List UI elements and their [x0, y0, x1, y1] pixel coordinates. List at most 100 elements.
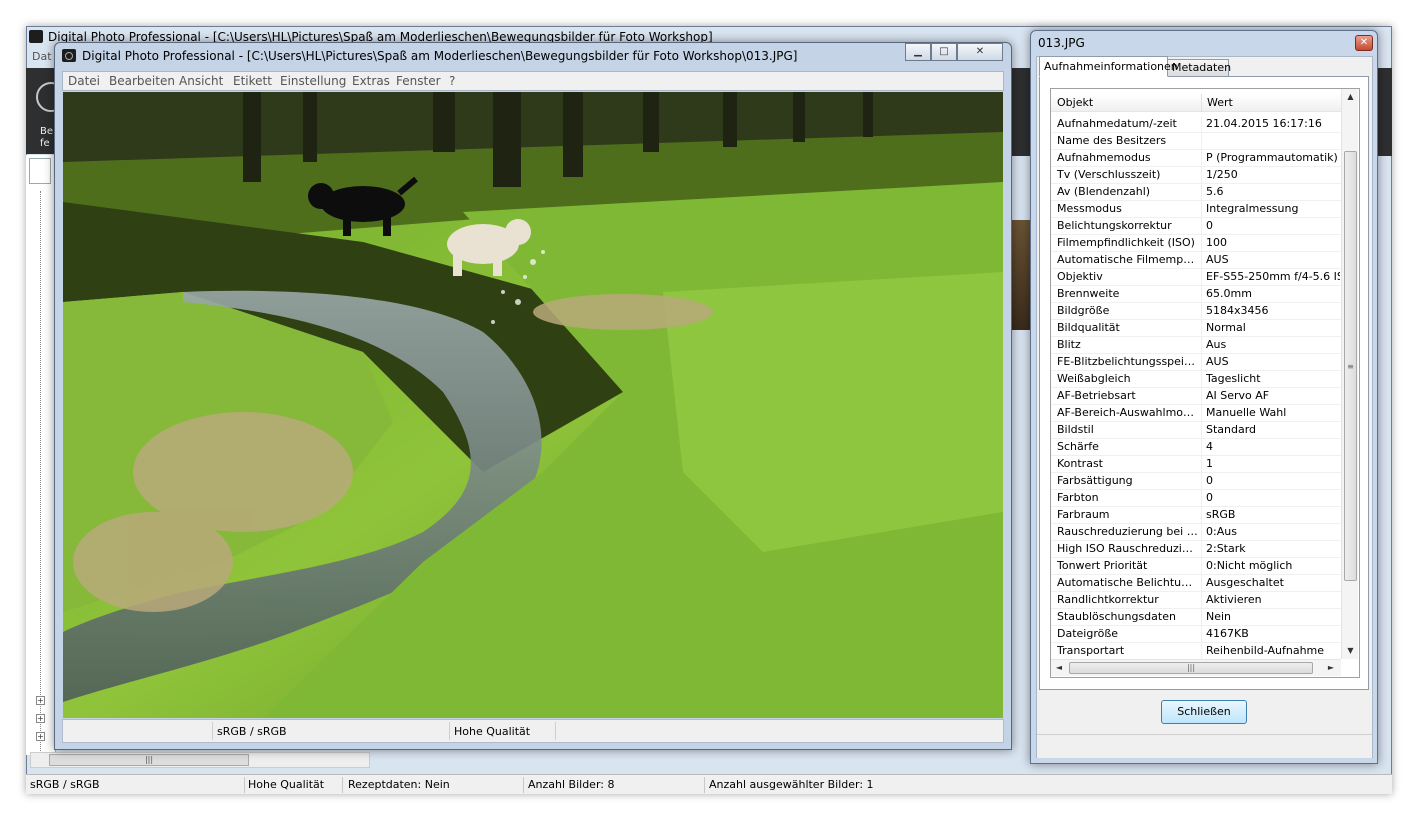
column-separator[interactable] — [1201, 94, 1202, 112]
row-value: Standard — [1206, 423, 1257, 436]
photo-view[interactable] — [63, 92, 1003, 718]
minimize-button[interactable]: ▁ — [905, 43, 931, 61]
column-separator — [1201, 609, 1202, 626]
scroll-right-icon[interactable]: ► — [1323, 660, 1339, 676]
menu-einstellung[interactable]: Einstellung — [280, 74, 346, 89]
menu-ansicht[interactable]: Ansicht — [179, 74, 223, 89]
table-row[interactable]: Bildqualität Normal — [1051, 320, 1341, 337]
table-row[interactable]: Farbraum sRGB — [1051, 507, 1341, 524]
column-header-wert[interactable]: Wert — [1207, 96, 1233, 110]
folder-panel-scrollbar[interactable]: ||| — [30, 752, 370, 768]
scrollbar-thumb[interactable]: ≡ — [1344, 151, 1357, 581]
table-row[interactable]: Automatische Filmempfindli... AUS — [1051, 252, 1341, 269]
table-row[interactable]: Tv (Verschlusszeit) 1/250 — [1051, 167, 1341, 184]
dialog-close-icon[interactable]: ✕ — [1355, 35, 1373, 51]
column-separator — [1201, 133, 1202, 150]
expand-icon[interactable]: + — [36, 696, 45, 705]
table-row[interactable]: Farbton 0 — [1051, 490, 1341, 507]
table-vertical-scrollbar[interactable]: ▲ ≡ ▼ — [1341, 89, 1358, 659]
expand-icon[interactable]: + — [36, 732, 45, 741]
column-separator — [1201, 439, 1202, 456]
row-value: Aktivieren — [1206, 593, 1262, 606]
column-header-objekt[interactable]: Objekt — [1057, 96, 1093, 110]
table-row[interactable]: Aufnahmedatum/-zeit 21.04.2015 16:17:16 — [1051, 116, 1341, 133]
menu-fenster[interactable]: Fenster — [396, 74, 441, 89]
table-row[interactable]: Randlichtkorrektur Aktivieren — [1051, 592, 1341, 609]
column-separator — [1201, 150, 1202, 167]
table-horizontal-scrollbar[interactable]: ◄ ||| ► — [1051, 659, 1341, 676]
status-image-count: Anzahl Bilder: 8 — [528, 778, 615, 791]
table-row[interactable]: Name des Besitzers — [1051, 133, 1341, 150]
row-key: Dateigröße — [1057, 627, 1119, 640]
table-row[interactable]: Tonwert Priorität 0:Nicht möglich — [1051, 558, 1341, 575]
table-row[interactable]: Aufnahmemodus P (Programmautomatik) — [1051, 150, 1341, 167]
menu-etikett[interactable]: Etikett — [233, 74, 272, 89]
table-row[interactable]: Automatische Belichtungso... Ausgeschalte… — [1051, 575, 1341, 592]
viewer-status-quality: Hohe Qualität — [454, 725, 531, 738]
table-row[interactable]: Av (Blendenzahl) 5.6 — [1051, 184, 1341, 201]
row-key: Tv (Verschlusszeit) — [1057, 168, 1161, 181]
close-window-button[interactable]: ✕ — [957, 43, 1003, 61]
row-key: Transportart — [1057, 644, 1125, 657]
camera-icon — [29, 30, 43, 43]
scrollbar-thumb[interactable]: ||| — [1069, 662, 1313, 674]
table-row[interactable]: Bildstil Standard — [1051, 422, 1341, 439]
table-row[interactable]: FE-Blitzbelichtungsspeicher... AUS — [1051, 354, 1341, 371]
maximize-button[interactable]: □ — [931, 43, 957, 61]
table-row[interactable]: Rauschreduzierung bei Lan... 0:Aus — [1051, 524, 1341, 541]
column-separator — [1201, 269, 1202, 286]
menu-bearbeiten[interactable]: Bearbeiten — [109, 74, 175, 89]
scrollbar-thumb[interactable]: ||| — [49, 754, 249, 766]
table-row[interactable]: Belichtungskorrektur 0 — [1051, 218, 1341, 235]
table-row[interactable]: AF-Betriebsart AI Servo AF — [1051, 388, 1341, 405]
row-key: Av (Blendenzahl) — [1057, 185, 1151, 198]
table-row[interactable]: Transportart Reihenbild-Aufnahme — [1051, 643, 1341, 660]
viewer-menubar: Datei Bearbeiten Ansicht Etikett Einstel… — [62, 71, 1004, 91]
column-separator — [1201, 116, 1202, 133]
column-separator — [1201, 575, 1202, 592]
folder-tree-panel: + + + — [26, 155, 56, 755]
row-value: 0 — [1206, 474, 1213, 487]
row-value: 4 — [1206, 440, 1213, 453]
table-row[interactable]: Filmempfindlichkeit (ISO) 100 — [1051, 235, 1341, 252]
table-row[interactable]: Kontrast 1 — [1051, 456, 1341, 473]
viewer-window-title: Digital Photo Professional - [C:\Users\H… — [82, 49, 798, 63]
column-separator — [1201, 252, 1202, 269]
schliessen-button[interactable]: Schließen — [1161, 700, 1247, 724]
row-value: 4167KB — [1206, 627, 1249, 640]
scroll-up-icon[interactable]: ▲ — [1342, 89, 1359, 105]
row-value: AUS — [1206, 253, 1229, 266]
photo-image — [63, 92, 1003, 718]
column-separator — [1201, 371, 1202, 388]
thumbnail-partial[interactable] — [1010, 220, 1032, 330]
table-row[interactable]: Bildgröße 5184x3456 — [1051, 303, 1341, 320]
table-row[interactable]: Schärfe 4 — [1051, 439, 1341, 456]
column-separator — [1201, 235, 1202, 252]
expand-icon[interactable]: + — [36, 714, 45, 723]
row-key: Automatische Belichtungso... — [1057, 576, 1199, 589]
scroll-down-icon[interactable]: ▼ — [1342, 643, 1359, 659]
dialog-footer — [1037, 734, 1372, 758]
table-row[interactable]: Blitz Aus — [1051, 337, 1341, 354]
table-row[interactable]: Weißabgleich Tageslicht — [1051, 371, 1341, 388]
row-key: Automatische Filmempfindli... — [1057, 253, 1199, 266]
row-value: Nein — [1206, 610, 1232, 623]
table-row[interactable]: Brennweite 65.0mm — [1051, 286, 1341, 303]
row-value: 1 — [1206, 457, 1213, 470]
table-row[interactable]: Dateigröße 4167KB — [1051, 626, 1341, 643]
table-row[interactable]: High ISO Rauschreduzierung 2:Stark — [1051, 541, 1341, 558]
table-row[interactable]: Farbsättigung 0 — [1051, 473, 1341, 490]
table-row[interactable]: AF-Bereich-Auswahlmodus Manuelle Wahl — [1051, 405, 1341, 422]
table-row[interactable]: Objektiv EF-S55-250mm f/4-5.6 IS II — [1051, 269, 1341, 286]
tab-aufnahmeinformationen[interactable]: Aufnahmeinformationen — [1039, 56, 1178, 77]
row-value: 1/250 — [1206, 168, 1238, 181]
table-row[interactable]: Staublöschungsdaten Nein — [1051, 609, 1341, 626]
column-separator — [1201, 320, 1202, 337]
menu-help[interactable]: ? — [449, 74, 455, 89]
menu-datei[interactable]: Datei — [68, 74, 100, 89]
status-separator — [342, 777, 343, 793]
menu-extras[interactable]: Extras — [352, 74, 390, 89]
table-row[interactable]: Messmodus Integralmessung — [1051, 201, 1341, 218]
folder-path-input[interactable] — [29, 158, 51, 184]
scroll-left-icon[interactable]: ◄ — [1051, 660, 1067, 676]
